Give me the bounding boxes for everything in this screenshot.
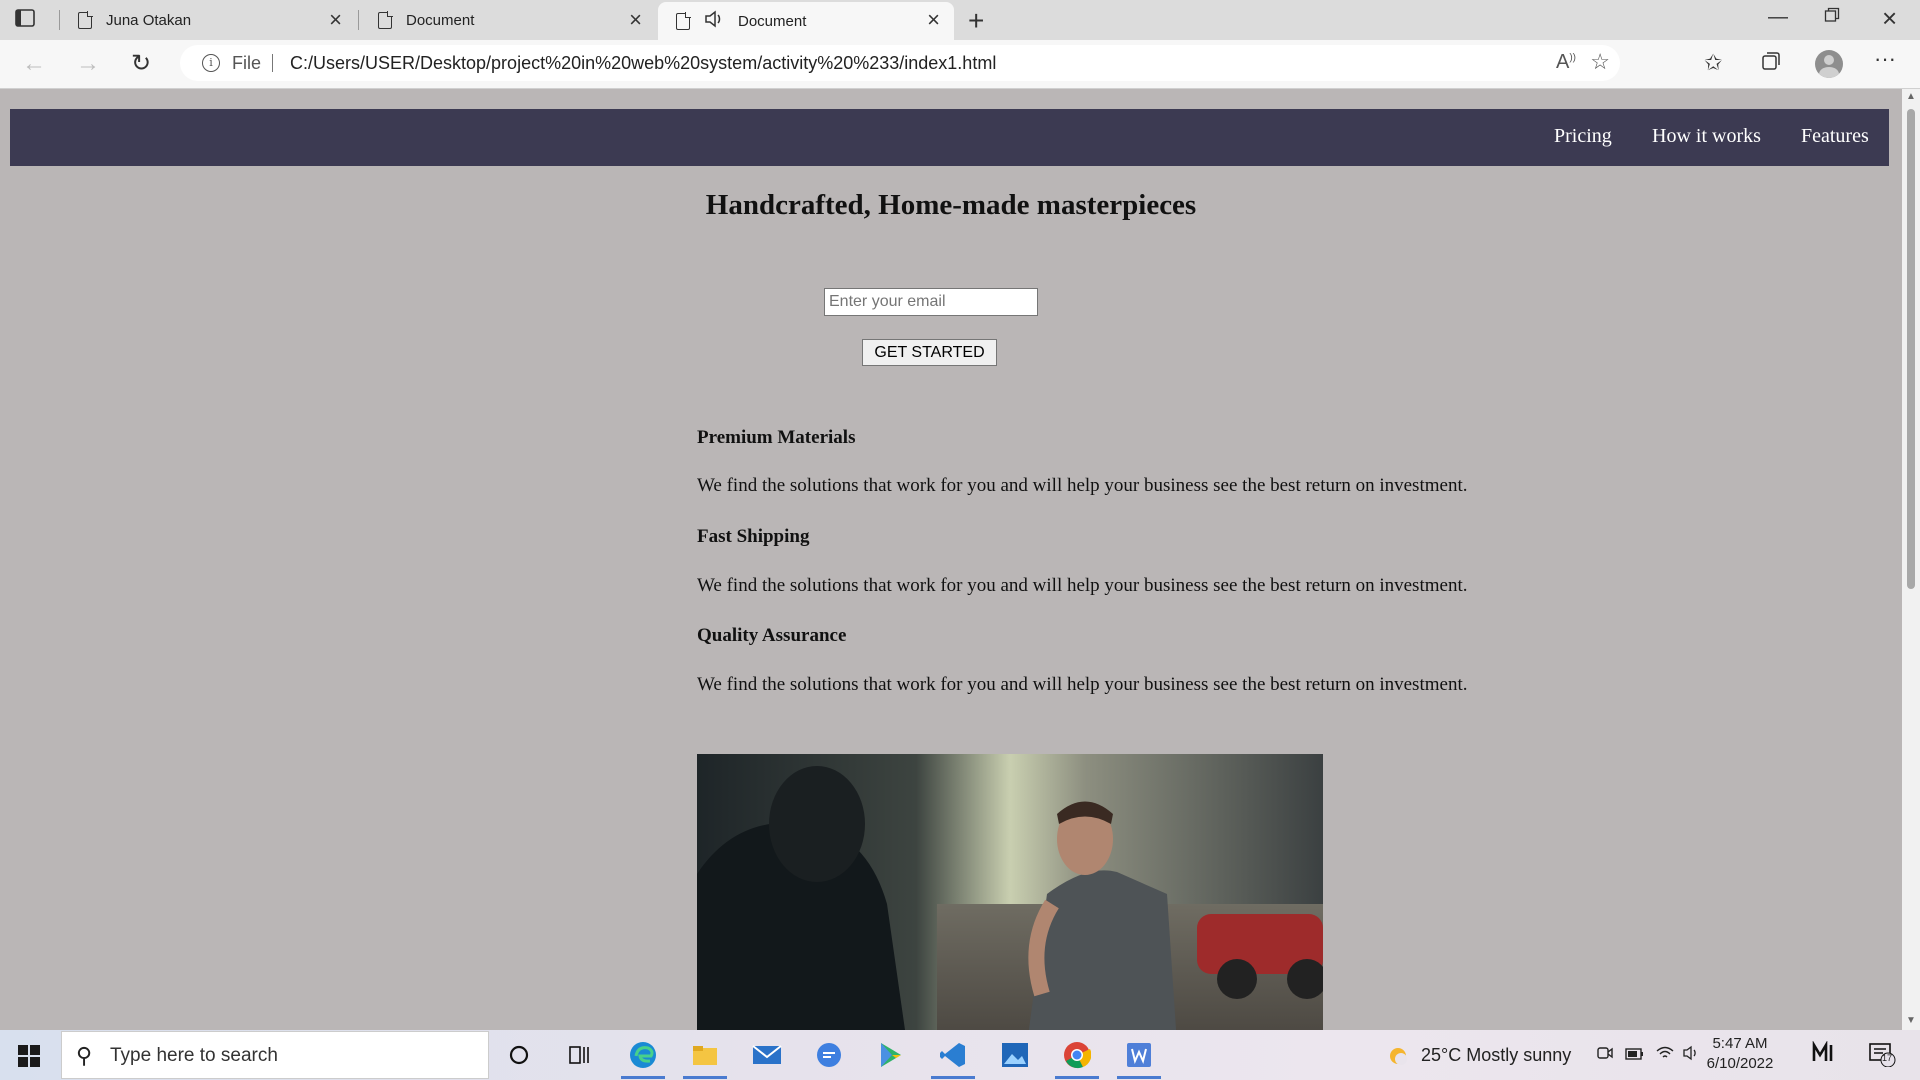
back-icon[interactable]: ←	[22, 50, 46, 78]
active-app-indicator	[931, 1076, 975, 1079]
get-started-button[interactable]: GET STARTED	[862, 339, 997, 366]
notification-count: 17	[1882, 1053, 1893, 1063]
tab-actions-icon[interactable]	[14, 8, 48, 34]
page-scrollbar[interactable]: ▲ ▼	[1902, 89, 1920, 1030]
scrollbar-thumb[interactable]	[1907, 109, 1915, 589]
word-icon[interactable]	[1122, 1039, 1156, 1071]
clock-date: 6/10/2022	[1706, 1055, 1774, 1072]
add-favorite-icon[interactable]: ☆	[1590, 49, 1610, 75]
close-tab-icon[interactable]: ×	[629, 7, 642, 33]
new-tab-icon[interactable]: +	[968, 5, 984, 37]
email-input[interactable]	[824, 288, 1038, 316]
page-icon	[676, 11, 691, 30]
tab-title: Juna Otakan	[106, 11, 192, 29]
tab-juna-otakan[interactable]: Juna Otakan ×	[60, 2, 356, 38]
feature-text: We find the solutions that work for you …	[697, 674, 1468, 695]
volume-icon[interactable]	[1682, 1045, 1700, 1066]
active-app-indicator	[1055, 1076, 1099, 1079]
search-placeholder: Type here to search	[110, 1045, 278, 1066]
scroll-up-icon[interactable]: ▲	[1906, 91, 1916, 102]
read-aloud-icon[interactable]: A))	[1556, 51, 1576, 74]
page-icon	[78, 10, 93, 29]
feature-title-fast-shipping: Fast Shipping	[697, 526, 810, 547]
tab-document[interactable]: Document ×	[360, 2, 656, 38]
reload-icon[interactable]: ↻	[131, 49, 151, 78]
profile-avatar[interactable]	[1815, 50, 1843, 78]
scroll-down-icon[interactable]: ▼	[1906, 1015, 1916, 1026]
scheme-label: File	[232, 53, 262, 73]
nav-link-features[interactable]: Features	[1801, 125, 1869, 148]
close-tab-icon[interactable]: ×	[927, 7, 940, 33]
active-app-indicator	[621, 1076, 665, 1079]
forward-icon[interactable]: →	[76, 50, 100, 78]
tab-separator	[358, 10, 359, 30]
vscode-icon[interactable]	[936, 1039, 970, 1071]
nav-link-pricing[interactable]: Pricing	[1554, 125, 1612, 148]
divider	[272, 54, 273, 72]
taskbar-search-box[interactable]: ⚲ Type here to search	[61, 1031, 489, 1079]
ime-icon[interactable]	[1812, 1040, 1838, 1070]
notifications-icon[interactable]: 17	[1868, 1041, 1896, 1072]
wifi-icon[interactable]	[1655, 1045, 1675, 1066]
speaker-icon[interactable]	[704, 10, 724, 32]
active-app-indicator	[683, 1076, 727, 1079]
cortana-icon[interactable]	[502, 1039, 536, 1071]
feature-text: We find the solutions that work for you …	[697, 575, 1468, 596]
favorites-icon[interactable]: ✩	[1704, 50, 1722, 76]
task-view-icon[interactable]	[563, 1039, 597, 1071]
hero-title: Handcrafted, Home-made masterpieces	[705, 189, 1197, 221]
nav-link-how-it-works[interactable]: How it works	[1652, 125, 1761, 148]
feature-title-quality-assurance: Quality Assurance	[697, 625, 847, 646]
collections-icon[interactable]	[1760, 50, 1782, 78]
browser-tab-strip: Juna Otakan × Document × Document × + — …	[0, 0, 1920, 40]
clock-time: 5:47 AM	[1712, 1035, 1768, 1052]
tab-title: Document	[738, 12, 807, 30]
chrome-icon[interactable]	[1060, 1039, 1094, 1071]
page-icon	[378, 10, 393, 29]
system-clock[interactable]: 5:47 AM 6/10/2022	[1700, 1034, 1780, 1074]
tab-document-active[interactable]: Document ×	[658, 2, 954, 40]
feature-title-premium-materials: Premium Materials	[697, 427, 856, 448]
url-text[interactable]: C:/Users/USER/Desktop/project%20in%20web…	[290, 53, 996, 74]
feature-text: We find the solutions that work for you …	[697, 475, 1468, 496]
battery-icon[interactable]	[1625, 1045, 1645, 1066]
restore-icon[interactable]	[1824, 6, 1840, 29]
meet-now-icon[interactable]	[1596, 1045, 1614, 1066]
file-explorer-icon[interactable]	[688, 1039, 722, 1071]
mail-icon[interactable]	[750, 1039, 784, 1071]
browser-toolbar: ← → ↻ i File C:/Users/USER/Desktop/proje…	[0, 40, 1920, 89]
minimize-icon[interactable]: —	[1768, 6, 1788, 29]
top-navbar: Pricing How it works Features	[10, 109, 1889, 166]
edge-browser-icon[interactable]	[626, 1039, 660, 1071]
active-app-indicator	[1117, 1076, 1161, 1079]
address-bar[interactable]: i File C:/Users/USER/Desktop/project%20i…	[180, 45, 1620, 81]
tab-title: Document	[406, 11, 475, 29]
close-window-icon[interactable]: ×	[1882, 3, 1897, 34]
more-menu-icon[interactable]: ···	[1874, 46, 1896, 72]
windows-taskbar: ⚲ Type here to search 25°C Mostly sunny	[0, 1030, 1920, 1080]
search-icon: ⚲	[76, 1043, 93, 1068]
weather-icon[interactable]	[1386, 1045, 1410, 1072]
web-page: Pricing How it works Features Handcrafte…	[0, 89, 1902, 1030]
video-still-image	[697, 754, 1323, 1030]
play-store-icon[interactable]	[874, 1039, 908, 1071]
messenger-icon[interactable]	[812, 1039, 846, 1071]
close-tab-icon[interactable]: ×	[329, 7, 342, 33]
photos-icon[interactable]	[998, 1039, 1032, 1071]
info-icon[interactable]: i	[202, 54, 220, 72]
windows-start-icon[interactable]	[18, 1045, 40, 1067]
weather-text[interactable]: 25°C Mostly sunny	[1421, 1045, 1571, 1066]
